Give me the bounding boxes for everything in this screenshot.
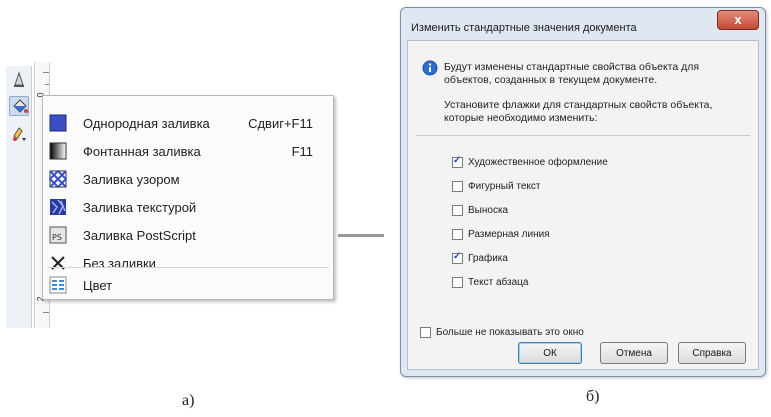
checkbox-label: Размерная линия bbox=[468, 228, 550, 240]
fill-bucket-icon[interactable] bbox=[9, 96, 29, 116]
checkbox[interactable] bbox=[420, 326, 431, 338]
checkbox[interactable] bbox=[452, 180, 463, 192]
menu-shortcut: Сдвиг+F11 bbox=[248, 115, 313, 131]
ok-button[interactable]: ОК bbox=[518, 342, 582, 364]
checkbox[interactable] bbox=[452, 204, 463, 216]
pen-tool-icon[interactable] bbox=[9, 70, 29, 90]
menu-label: Фонтанная заливка bbox=[83, 143, 201, 159]
menu-item-pattern-fill[interactable]: Заливка узором bbox=[43, 166, 333, 192]
menu-item-texture-fill[interactable]: Заливка текстурой bbox=[43, 194, 333, 220]
checkbox-label: Графика bbox=[468, 252, 508, 264]
fill-flyout-menu: Однородная заливка Сдвиг+F11 Фонтанная з… bbox=[42, 95, 334, 300]
toolbox bbox=[6, 66, 32, 328]
checkbox[interactable] bbox=[452, 228, 463, 240]
menu-item-color[interactable]: Цвет bbox=[43, 272, 333, 298]
menu-label: Однородная заливка bbox=[83, 115, 210, 131]
checkbox-artistic-media[interactable]: Художественное оформление bbox=[452, 154, 608, 170]
texture-fill-icon bbox=[49, 198, 67, 216]
menu-label: Цвет bbox=[83, 277, 113, 293]
no-fill-icon bbox=[49, 254, 67, 272]
checkbox-graphic[interactable]: Графика bbox=[452, 250, 508, 266]
uniform-fill-icon bbox=[49, 114, 67, 132]
dialog-title: Изменить стандартные значения документа bbox=[411, 22, 637, 34]
connector-line bbox=[338, 234, 384, 237]
close-button[interactable]: x bbox=[717, 10, 759, 30]
menu-label: Без заливки bbox=[83, 255, 156, 271]
postscript-fill-icon: PS bbox=[49, 226, 67, 244]
menu-item-postscript-fill[interactable]: PS Заливка PostScript bbox=[43, 222, 333, 248]
checkbox-dont-show-again[interactable]: Больше не показывать это окно bbox=[420, 324, 584, 340]
interactive-fill-icon[interactable] bbox=[9, 124, 29, 144]
divider bbox=[416, 135, 750, 136]
menu-item-fountain-fill[interactable]: Фонтанная заливка F11 bbox=[43, 138, 333, 164]
checkbox[interactable] bbox=[452, 251, 463, 264]
instruction-text: Установите флажки для стандартных свойст… bbox=[444, 99, 713, 124]
info-icon bbox=[422, 60, 438, 76]
menu-shortcut: F11 bbox=[291, 143, 313, 159]
menu-separator bbox=[47, 267, 329, 268]
caption-a: а) bbox=[182, 392, 195, 409]
menu-label: Заливка узором bbox=[83, 171, 180, 187]
checkbox-label: Текст абзаца bbox=[468, 276, 529, 288]
info-text: Будут изменены стандартные свойства объе… bbox=[444, 61, 700, 86]
checkbox-label: Фигурный текст bbox=[468, 180, 541, 192]
checkbox-paragraph-text[interactable]: Текст абзаца bbox=[452, 274, 528, 290]
menu-label: Заливка текстурой bbox=[83, 199, 197, 215]
cancel-button[interactable]: Отмена bbox=[600, 342, 668, 364]
checkbox-artistic-text[interactable]: Фигурный текст bbox=[452, 178, 540, 194]
checkbox[interactable] bbox=[452, 276, 463, 288]
menu-item-uniform-fill[interactable]: Однородная заливка Сдвиг+F11 bbox=[43, 110, 333, 136]
checkbox-label: Выноска bbox=[468, 204, 509, 216]
checkbox-callout[interactable]: Выноска bbox=[452, 202, 508, 218]
checkbox-dimension[interactable]: Размерная линия bbox=[452, 226, 550, 242]
defaults-dialog: Изменить стандартные значения документа … bbox=[400, 7, 766, 377]
dialog-body: Будут изменены стандартные свойства объе… bbox=[407, 40, 759, 370]
color-icon bbox=[49, 276, 67, 294]
help-button[interactable]: Справка bbox=[678, 342, 746, 364]
fountain-fill-icon bbox=[49, 142, 67, 160]
checkbox[interactable] bbox=[452, 155, 463, 168]
menu-label: Заливка PostScript bbox=[83, 227, 196, 243]
checkbox-label: Художественное оформление bbox=[468, 156, 608, 168]
caption-b: б) bbox=[586, 388, 600, 405]
pattern-fill-icon bbox=[49, 170, 67, 188]
svg-text:PS: PS bbox=[52, 233, 62, 242]
checkbox-label: Больше не показывать это окно bbox=[436, 326, 584, 338]
